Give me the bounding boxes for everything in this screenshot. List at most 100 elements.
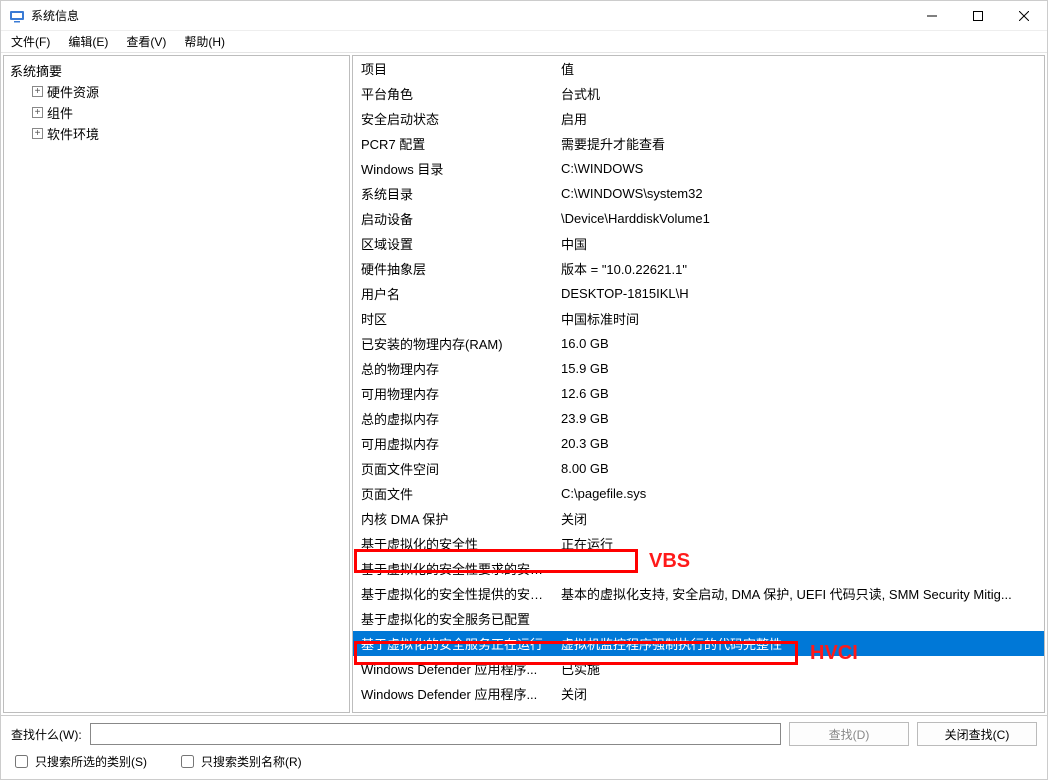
row-name: 硬件抽象层 xyxy=(353,256,553,281)
minimize-button[interactable] xyxy=(909,1,955,30)
table-row[interactable]: 总的虚拟内存23.9 GB xyxy=(353,406,1044,431)
checkbox-only-selected-label: 只搜索所选的类别(S) xyxy=(35,753,147,770)
row-value: 正在运行 xyxy=(553,531,1044,556)
column-header-value[interactable]: 值 xyxy=(553,56,1044,81)
column-header-name[interactable]: 项目 xyxy=(353,56,553,81)
row-name: Windows Defender 应用程序... xyxy=(353,681,553,706)
tree-item[interactable]: +组件 xyxy=(10,102,343,123)
maximize-button[interactable] xyxy=(955,1,1001,30)
tree-item[interactable]: +软件环境 xyxy=(10,123,343,144)
table-row[interactable]: 基于虚拟化的安全性正在运行 xyxy=(353,531,1044,556)
close-find-button[interactable]: 关闭查找(C) xyxy=(917,722,1037,746)
row-value: 16.0 GB xyxy=(553,331,1044,356)
row-value: 基本的虚拟化支持, 安全启动, DMA 保护, UEFI 代码只读, SMM S… xyxy=(553,581,1044,606)
table-row[interactable]: PCR7 配置需要提升才能查看 xyxy=(353,131,1044,156)
row-name: 可用虚拟内存 xyxy=(353,431,553,456)
row-name: 系统目录 xyxy=(353,181,553,206)
table-row[interactable]: 基于虚拟化的安全性要求的安全... xyxy=(353,556,1044,581)
table-row[interactable]: 平台角色台式机 xyxy=(353,81,1044,106)
row-name: 已安装的物理内存(RAM) xyxy=(353,331,553,356)
table-row[interactable]: Windows 目录C:\WINDOWS xyxy=(353,156,1044,181)
row-name: 基于虚拟化的安全服务正在运行 xyxy=(353,631,553,656)
row-value: 关闭 xyxy=(553,681,1044,706)
tree-root-label: 系统摘要 xyxy=(10,61,62,80)
table-row[interactable]: 可用物理内存12.6 GB xyxy=(353,381,1044,406)
row-value: 版本 = "10.0.22621.1" xyxy=(553,256,1044,281)
row-name: 设备加密支持 xyxy=(353,706,553,713)
table-row[interactable]: 设备加密支持需要提升才能查看 xyxy=(353,706,1044,713)
row-value: 关闭 xyxy=(553,506,1044,531)
details-table: 项目 值 平台角色台式机安全启动状态启用PCR7 配置需要提升才能查看Windo… xyxy=(353,56,1044,713)
row-value: 中国标准时间 xyxy=(553,306,1044,331)
row-value: 台式机 xyxy=(553,81,1044,106)
table-row[interactable]: 安全启动状态启用 xyxy=(353,106,1044,131)
row-value: 8.00 GB xyxy=(553,456,1044,481)
close-button[interactable] xyxy=(1001,1,1047,30)
menu-view[interactable]: 查看(V) xyxy=(120,31,172,52)
table-row[interactable]: 内核 DMA 保护关闭 xyxy=(353,506,1044,531)
row-name: 平台角色 xyxy=(353,81,553,106)
row-value: C:\WINDOWS\system32 xyxy=(553,181,1044,206)
row-value: 启用 xyxy=(553,106,1044,131)
details-pane[interactable]: 项目 值 平台角色台式机安全启动状态启用PCR7 配置需要提升才能查看Windo… xyxy=(352,55,1045,713)
row-value: 15.9 GB xyxy=(553,356,1044,381)
menubar: 文件(F) 编辑(E) 查看(V) 帮助(H) xyxy=(1,31,1047,53)
row-name: Windows Defender 应用程序... xyxy=(353,656,553,681)
row-value: DESKTOP-1815IKL\H xyxy=(553,281,1044,306)
find-button[interactable]: 查找(D) xyxy=(789,722,909,746)
menu-file[interactable]: 文件(F) xyxy=(5,31,56,52)
checkbox-only-names[interactable]: 只搜索类别名称(R) xyxy=(177,752,302,771)
table-row[interactable]: 启动设备\Device\HarddiskVolume1 xyxy=(353,206,1044,231)
row-name: 总的物理内存 xyxy=(353,356,553,381)
table-row[interactable]: 用户名DESKTOP-1815IKL\H xyxy=(353,281,1044,306)
menu-help[interactable]: 帮助(H) xyxy=(178,31,231,52)
row-name: 安全启动状态 xyxy=(353,106,553,131)
titlebar: 系统信息 xyxy=(1,1,1047,31)
expand-icon[interactable]: + xyxy=(32,86,43,97)
row-name: Windows 目录 xyxy=(353,156,553,181)
app-icon xyxy=(9,8,25,24)
row-value: 需要提升才能查看 xyxy=(553,131,1044,156)
table-row[interactable]: 页面文件C:\pagefile.sys xyxy=(353,481,1044,506)
table-row[interactable]: 硬件抽象层版本 = "10.0.22621.1" xyxy=(353,256,1044,281)
row-name: 页面文件空间 xyxy=(353,456,553,481)
row-value: C:\pagefile.sys xyxy=(553,481,1044,506)
table-row[interactable]: 系统目录C:\WINDOWS\system32 xyxy=(353,181,1044,206)
tree-item-label: 硬件资源 xyxy=(47,82,99,101)
checkbox-only-selected[interactable]: 只搜索所选的类别(S) xyxy=(11,752,147,771)
expand-icon[interactable]: + xyxy=(32,128,43,139)
tree-pane[interactable]: 系统摘要 + 硬件资源+组件+软件环境 xyxy=(3,55,350,713)
table-row[interactable]: 可用虚拟内存20.3 GB xyxy=(353,431,1044,456)
table-row[interactable]: 总的物理内存15.9 GB xyxy=(353,356,1044,381)
tree-root-item[interactable]: 系统摘要 xyxy=(10,60,343,81)
table-row[interactable]: Windows Defender 应用程序...关闭 xyxy=(353,681,1044,706)
search-area: 查找什么(W): 查找(D) 关闭查找(C) 只搜索所选的类别(S) 只搜索类别… xyxy=(1,715,1047,779)
system-information-window: 系统信息 文件(F) 编辑(E) 查看(V) 帮助(H) 系统摘要 +硬件资源+… xyxy=(0,0,1048,780)
row-value: 23.9 GB xyxy=(553,406,1044,431)
tree-item[interactable]: + 硬件资源 xyxy=(10,81,343,102)
row-value: 已实施 xyxy=(553,656,1044,681)
expand-icon[interactable]: + xyxy=(32,107,43,118)
table-row[interactable]: 已安装的物理内存(RAM)16.0 GB xyxy=(353,331,1044,356)
row-value: 虚拟机监控程序强制执行的代码完整性 xyxy=(553,631,1044,656)
table-row[interactable]: 时区中国标准时间 xyxy=(353,306,1044,331)
table-row[interactable]: Windows Defender 应用程序...已实施 xyxy=(353,656,1044,681)
row-value: 20.3 GB xyxy=(553,431,1044,456)
row-name: 用户名 xyxy=(353,281,553,306)
checkbox-only-selected-box[interactable] xyxy=(15,755,28,768)
row-value xyxy=(553,556,1044,581)
table-row[interactable]: 基于虚拟化的安全性提供的安全...基本的虚拟化支持, 安全启动, DMA 保护,… xyxy=(353,581,1044,606)
menu-edit[interactable]: 编辑(E) xyxy=(62,31,114,52)
table-row[interactable]: 页面文件空间8.00 GB xyxy=(353,456,1044,481)
table-row[interactable]: 基于虚拟化的安全服务已配置 xyxy=(353,606,1044,631)
row-name: 内核 DMA 保护 xyxy=(353,506,553,531)
checkbox-only-names-box[interactable] xyxy=(181,755,194,768)
row-name: 总的虚拟内存 xyxy=(353,406,553,431)
row-value: 需要提升才能查看 xyxy=(553,706,1044,713)
row-name: 基于虚拟化的安全性提供的安全... xyxy=(353,581,553,606)
row-name: 时区 xyxy=(353,306,553,331)
table-row[interactable]: 区域设置中国 xyxy=(353,231,1044,256)
row-name: 基于虚拟化的安全性要求的安全... xyxy=(353,556,553,581)
search-input[interactable] xyxy=(90,723,781,745)
table-row[interactable]: 基于虚拟化的安全服务正在运行虚拟机监控程序强制执行的代码完整性 xyxy=(353,631,1044,656)
